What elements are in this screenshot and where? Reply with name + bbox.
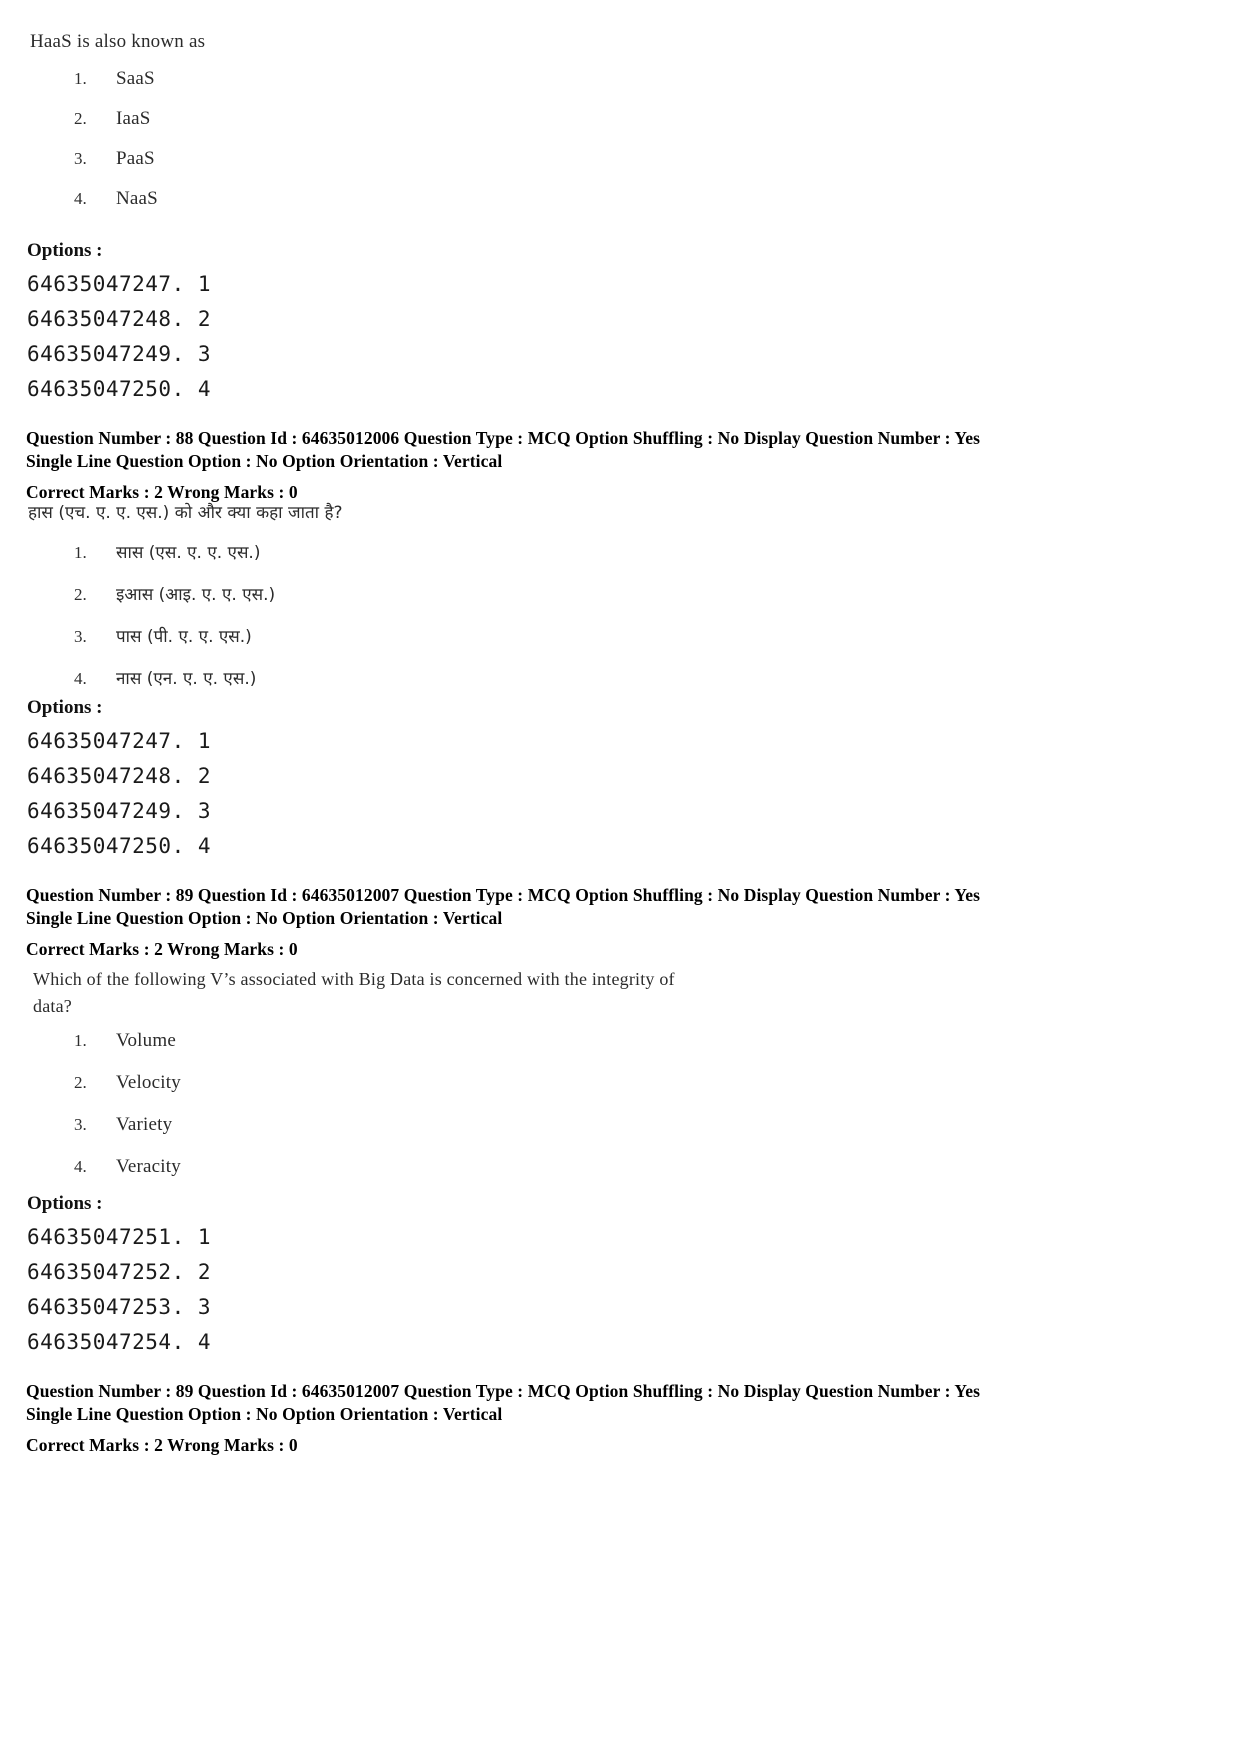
question-89-english-block: Which of the following V’s associated wi…: [33, 966, 793, 1020]
option-label: NaaS: [116, 188, 158, 209]
option-number: 3.: [74, 1115, 87, 1134]
metadata-line-1: Question Number : 89 Question Id : 64635…: [26, 1381, 980, 1401]
option-id: 64635047247. 1: [27, 729, 212, 753]
option-label: Volume: [116, 1030, 176, 1051]
metadata-line-3: Correct Marks : 2 Wrong Marks : 0: [26, 1435, 298, 1456]
option-id: 64635047251. 1: [27, 1225, 212, 1249]
option-item[interactable]: 2. इआस (आइ. ए. ए. एस.): [74, 582, 774, 605]
option-label: सास (एस. ए. ए. एस.): [116, 543, 261, 563]
option-item[interactable]: 2. Velocity: [74, 1072, 774, 1094]
option-item[interactable]: 1. Volume: [74, 1030, 774, 1052]
option-number: 4.: [74, 189, 87, 208]
options-heading: Options :: [27, 240, 103, 261]
question-88-english-block: HaaS is also known as: [30, 28, 930, 56]
option-item[interactable]: 4. नास (एन. ए. ए. एस.): [74, 666, 774, 689]
option-id: 64635047249. 3: [27, 799, 212, 823]
metadata-question-88: Question Number : 88 Question Id : 64635…: [26, 427, 1216, 504]
option-number: 2.: [74, 1073, 87, 1092]
question-88-english-options: 1. SaaS 2. IaaS 3. PaaS 4. NaaS: [74, 68, 774, 228]
option-id: 64635047248. 2: [27, 307, 212, 331]
question-88-hindi-block: हास (एच. ए. ए. एस.) को और क्या कहा जाता …: [28, 500, 928, 523]
option-label: PaaS: [116, 148, 155, 169]
option-number: 1.: [74, 69, 87, 88]
option-id: 64635047253. 3: [27, 1295, 212, 1319]
option-id: 64635047249. 3: [27, 342, 212, 366]
option-label: Variety: [116, 1114, 173, 1135]
question-88-english-text: HaaS is also known as: [30, 31, 206, 52]
metadata-line-2: Single Line Question Option : No Option …: [26, 1404, 503, 1425]
option-id: 64635047254. 4: [27, 1330, 212, 1354]
option-number: 4.: [74, 1157, 87, 1176]
option-item[interactable]: 4. Veracity: [74, 1156, 774, 1178]
option-item[interactable]: 3. पास (पी. ए. ए. एस.): [74, 624, 774, 647]
option-label: इआस (आइ. ए. ए. एस.): [116, 585, 276, 605]
option-item[interactable]: 3. PaaS: [74, 148, 774, 170]
option-label: पास (पी. ए. ए. एस.): [116, 627, 252, 647]
option-id: 64635047252. 2: [27, 1260, 212, 1284]
option-id: 64635047247. 1: [27, 272, 212, 296]
question-88-english-options-ids: Options : 64635047247. 1 64635047248. 2 …: [27, 240, 211, 412]
question-88-hindi-options: 1. सास (एस. ए. ए. एस.) 2. इआस (आइ. ए. ए.…: [74, 540, 774, 708]
option-id: 64635047250. 4: [27, 377, 212, 401]
question-88-hindi-options-ids: Options : 64635047247. 1 64635047248. 2 …: [27, 697, 211, 869]
option-item[interactable]: 4. NaaS: [74, 188, 774, 210]
option-item[interactable]: 1. SaaS: [74, 68, 774, 90]
option-number: 1.: [74, 543, 87, 562]
option-item[interactable]: 2. IaaS: [74, 108, 774, 130]
question-88-hindi-text: हास (एच. ए. ए. एस.) को और क्या कहा जाता …: [28, 503, 343, 523]
question-89-english-options: 1. Volume 2. Velocity 3. Variety 4. Vera…: [74, 1030, 774, 1198]
option-label: Veracity: [116, 1156, 181, 1177]
options-heading: Options :: [27, 697, 103, 718]
question-89-english-text-line-2: data?: [33, 996, 72, 1016]
option-label: Velocity: [116, 1072, 181, 1093]
option-label: नास (एन. ए. ए. एस.): [116, 669, 257, 689]
option-number: 3.: [74, 627, 87, 646]
question-89-english-options-ids: Options : 64635047251. 1 64635047252. 2 …: [27, 1193, 211, 1365]
document-page: HaaS is also known as 1. SaaS 2. IaaS 3.…: [0, 0, 1240, 1754]
question-89-english-text-line-1: Which of the following V’s associated wi…: [33, 969, 675, 989]
option-item[interactable]: 3. Variety: [74, 1114, 774, 1136]
option-id: 64635047250. 4: [27, 834, 212, 858]
option-number: 4.: [74, 669, 87, 688]
option-item[interactable]: 1. सास (एस. ए. ए. एस.): [74, 540, 774, 563]
option-id: 64635047248. 2: [27, 764, 212, 788]
metadata-line-2: Single Line Question Option : No Option …: [26, 451, 503, 472]
options-heading: Options :: [27, 1193, 103, 1214]
option-number: 2.: [74, 109, 87, 128]
metadata-question-89-second: Question Number : 89 Question Id : 64635…: [26, 1380, 1216, 1457]
metadata-line-1: Question Number : 88 Question Id : 64635…: [26, 428, 980, 448]
metadata-question-89-first: Question Number : 89 Question Id : 64635…: [26, 884, 1216, 961]
option-number: 2.: [74, 585, 87, 604]
metadata-line-3: Correct Marks : 2 Wrong Marks : 0: [26, 939, 298, 960]
option-number: 1.: [74, 1031, 87, 1050]
option-label: SaaS: [116, 68, 155, 89]
option-label: IaaS: [116, 108, 151, 129]
metadata-line-1: Question Number : 89 Question Id : 64635…: [26, 885, 980, 905]
option-number: 3.: [74, 149, 87, 168]
metadata-line-2: Single Line Question Option : No Option …: [26, 908, 503, 929]
